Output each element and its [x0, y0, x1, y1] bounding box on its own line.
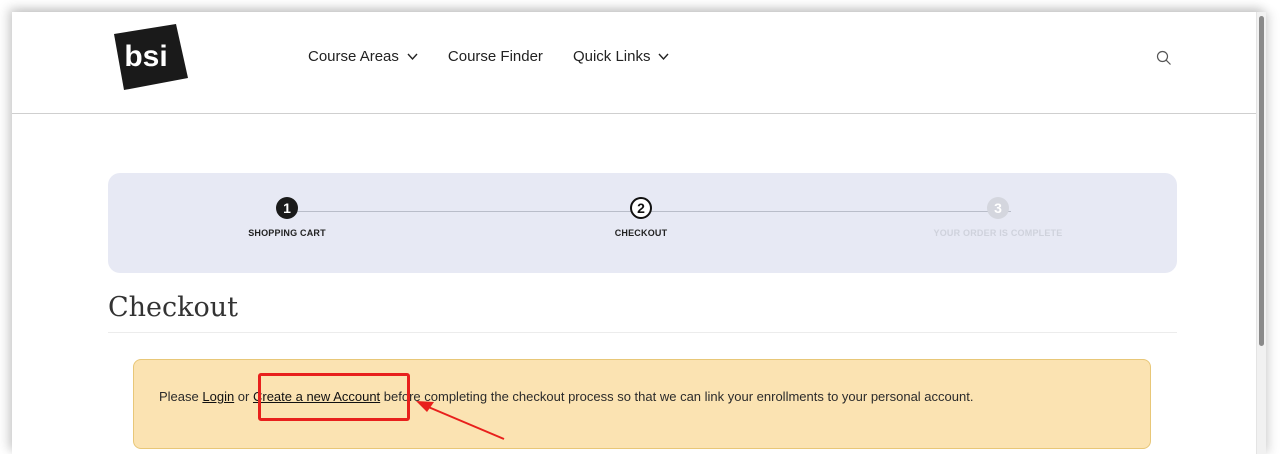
scrollbar-thumb[interactable] — [1259, 16, 1264, 346]
step-order-complete: 3 YOUR ORDER IS COMPLETE — [888, 197, 1108, 238]
step-label: YOUR ORDER IS COMPLETE — [933, 228, 1063, 238]
browser-viewport: bsi Course Areas Course Finder Quick Lin… — [12, 12, 1266, 454]
nav-label: Course Finder — [447, 48, 543, 65]
title-divider — [108, 332, 1177, 333]
annotation-highlight-box — [258, 373, 410, 421]
nav-quick-links[interactable]: Quick Links — [573, 48, 670, 65]
nav-label: Quick Links — [572, 48, 651, 65]
page-scrollbar[interactable] — [1256, 12, 1266, 454]
step-label: SHOPPING CART — [248, 228, 326, 238]
step-number: 2 — [630, 197, 652, 219]
annotation-arrow-icon — [416, 401, 505, 440]
step-label: CHECKOUT — [614, 228, 668, 238]
logo-text: bsi — [124, 40, 167, 73]
step-number: 3 — [987, 197, 1009, 219]
step-number: 1 — [276, 197, 298, 219]
chevron-down-icon — [658, 53, 669, 61]
site-header: bsi Course Areas Course Finder Quick Lin… — [12, 12, 1257, 114]
search-icon[interactable] — [1156, 50, 1172, 66]
page-title: Checkout — [108, 292, 239, 323]
step-checkout: 2 CHECKOUT — [531, 197, 751, 238]
nav-label: Course Areas — [308, 48, 399, 65]
step-shopping-cart: 1 SHOPPING CART — [177, 197, 397, 238]
checkout-progress: 1 SHOPPING CART 2 CHECKOUT 3 YOUR ORDER … — [108, 173, 1177, 273]
notice-prefix: Please — [159, 389, 203, 404]
chevron-down-icon — [407, 53, 418, 61]
notice-or: or — [234, 389, 253, 404]
nav-course-areas[interactable]: Course Areas — [308, 48, 418, 65]
main-nav: Course Areas Course Finder Quick Links — [308, 48, 699, 65]
login-link[interactable]: Login — [202, 389, 234, 404]
nav-course-finder[interactable]: Course Finder — [448, 48, 543, 65]
bsi-logo[interactable]: bsi — [106, 22, 190, 92]
